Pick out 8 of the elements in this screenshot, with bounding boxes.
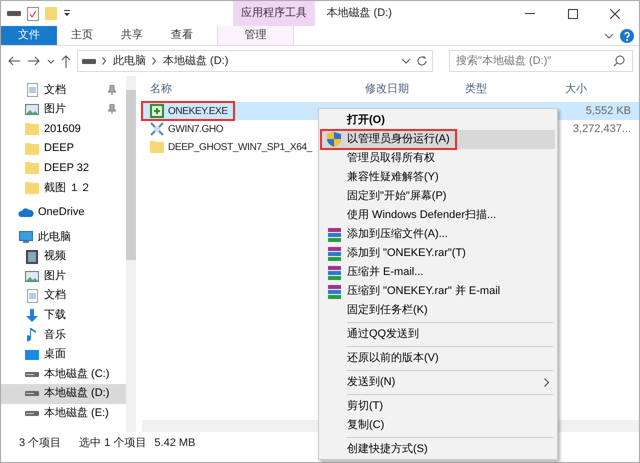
file-size: 3,272,437... [572, 122, 632, 137]
file-size: 5,552 KB [586, 104, 632, 119]
annotation-box: 以管理员身份运行(A) [321, 130, 456, 149]
status-text: 3 个项目 [19, 436, 62, 451]
status-text: 选中 1 个项目 [79, 436, 146, 451]
window-title: 本地磁盘 (D:) [326, 6, 392, 22]
ribbon-group-title: 应用程序工具 [233, 1, 315, 26]
status-text: 5.42 MB [154, 436, 196, 451]
